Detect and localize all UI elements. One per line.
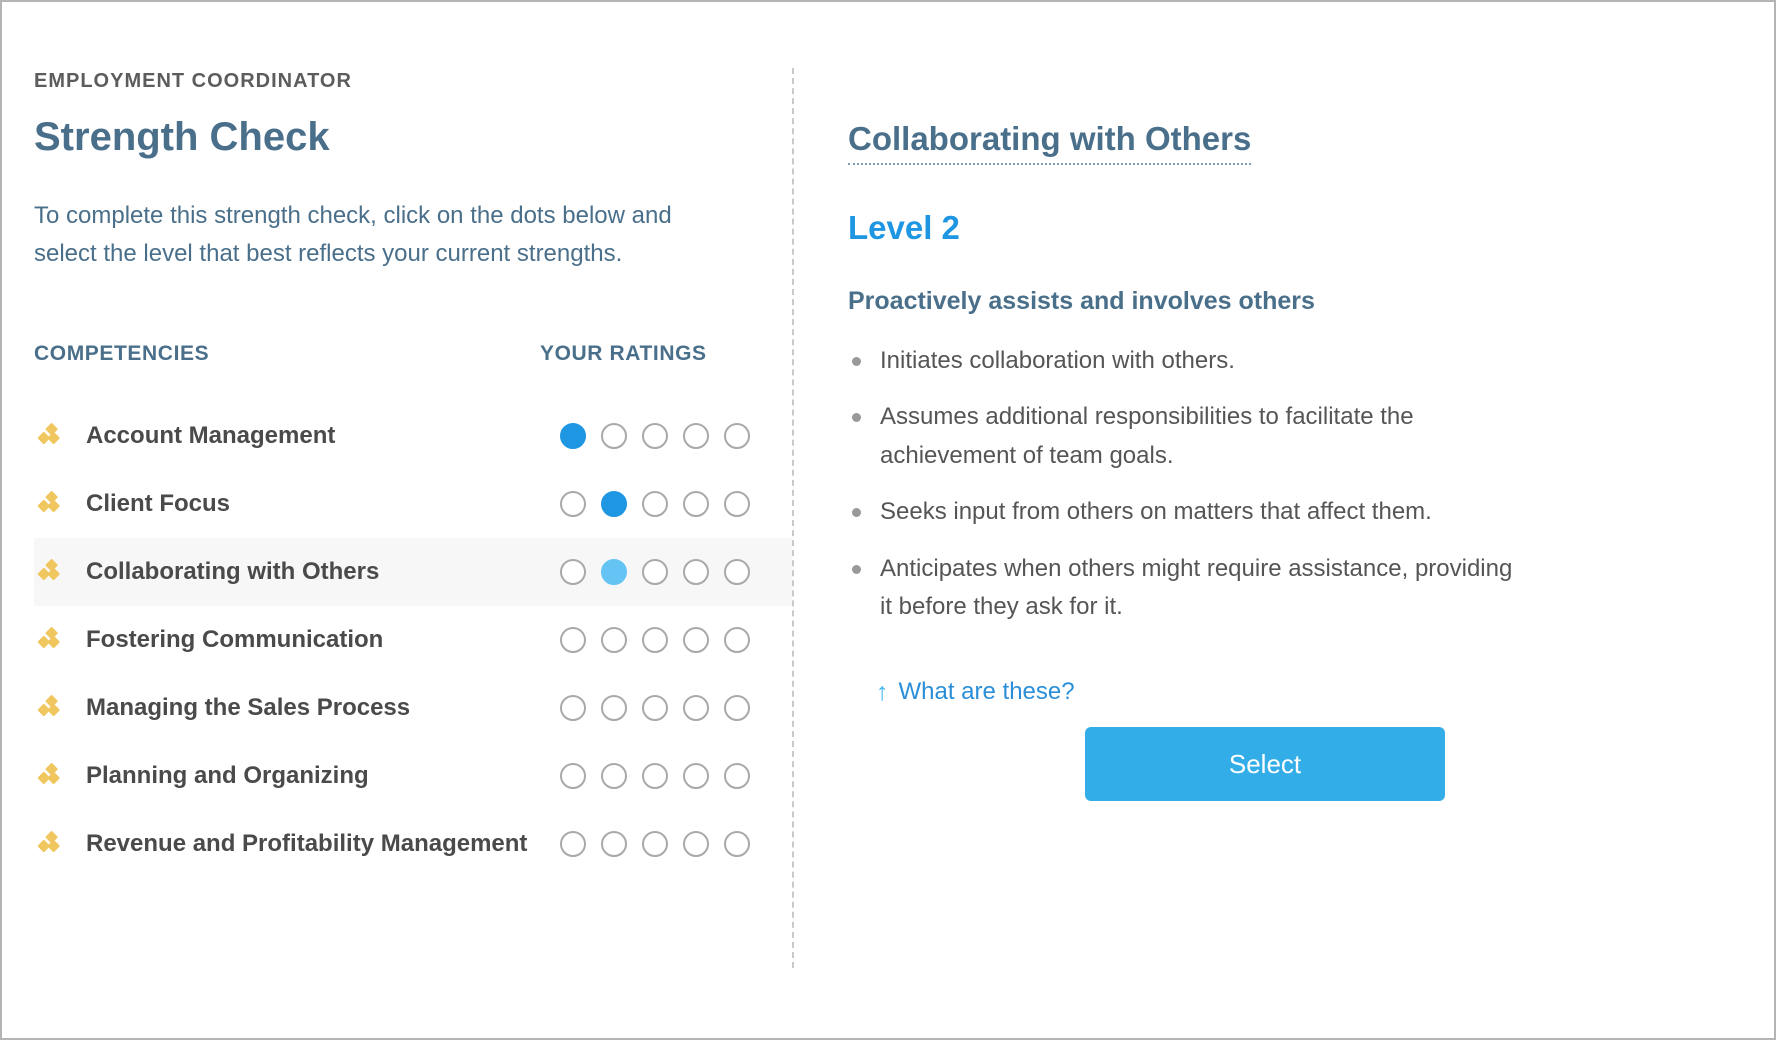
select-button-wrap: Select (792, 727, 1774, 801)
rating-dot-3[interactable] (642, 695, 668, 722)
rating-dot-5[interactable] (724, 627, 750, 654)
competency-row[interactable]: Client Focus (34, 470, 792, 538)
column-headers: COMPETENCIES YOUR RATINGS (34, 342, 792, 366)
rating-dot-1[interactable] (560, 559, 586, 586)
diamond-cluster-icon (34, 693, 68, 723)
competency-row[interactable]: Planning and Organizing (34, 742, 792, 810)
detail-bullet: Initiates collaboration with others. (848, 342, 1528, 380)
rating-dot-5[interactable] (724, 491, 750, 518)
diamond-cluster-icon (34, 761, 68, 791)
rating-dot-1[interactable] (560, 627, 586, 654)
rating-dot-2[interactable] (601, 423, 627, 450)
rating-dot-2[interactable] (601, 491, 627, 518)
rating-dot-1[interactable] (560, 695, 586, 722)
rating-dot-5[interactable] (724, 831, 750, 858)
rating-dot-4[interactable] (683, 831, 709, 858)
rating-dot-3[interactable] (642, 423, 668, 450)
detail-bullet: Seeks input from others on matters that … (848, 493, 1528, 531)
rating-dot-group (560, 559, 750, 586)
column-header-ratings: YOUR RATINGS (540, 342, 707, 366)
rating-dot-group (560, 627, 750, 654)
rating-dot-2[interactable] (601, 763, 627, 790)
what-are-these-link[interactable]: ↑ What are these? (848, 678, 1075, 706)
rating-dot-1[interactable] (560, 491, 586, 518)
role-eyebrow: EMPLOYMENT COORDINATOR (34, 70, 352, 92)
rating-dot-3[interactable] (642, 627, 668, 654)
rating-dot-2[interactable] (601, 831, 627, 858)
competency-label: Planning and Organizing (86, 762, 369, 790)
competency-label: Revenue and Profitability Management (86, 830, 528, 858)
detail-level: Level 2 (848, 209, 960, 246)
rating-dot-5[interactable] (724, 423, 750, 450)
diamond-cluster-icon (34, 625, 68, 655)
select-button[interactable]: Select (1085, 727, 1445, 801)
panes-container: EMPLOYMENT COORDINATOR Strength Check To… (2, 2, 1774, 1038)
detail-bullet-list: Initiates collaboration with others. Assu… (848, 342, 1528, 626)
rating-dot-2[interactable] (601, 559, 627, 586)
left-pane: EMPLOYMENT COORDINATOR Strength Check To… (2, 2, 792, 1038)
competency-row[interactable]: Account Management (34, 402, 792, 470)
rating-dot-4[interactable] (683, 763, 709, 790)
competency-row[interactable]: Managing the Sales Process (34, 674, 792, 742)
diamond-cluster-icon (34, 557, 68, 587)
rating-dot-4[interactable] (683, 491, 709, 518)
diamond-cluster-icon (34, 829, 68, 859)
detail-bullet: Anticipates when others might require as… (848, 550, 1528, 627)
up-arrow-icon: ↑ (876, 677, 889, 706)
page-title: Strength Check (34, 115, 330, 159)
rating-dot-4[interactable] (683, 423, 709, 450)
rating-dot-group (560, 491, 750, 518)
competency-row[interactable]: Revenue and Profitability Management (34, 810, 792, 878)
rating-dot-group (560, 695, 750, 722)
rating-dot-1[interactable] (560, 763, 586, 790)
rating-dot-4[interactable] (683, 559, 709, 586)
rating-dot-4[interactable] (683, 695, 709, 722)
rating-dot-5[interactable] (724, 559, 750, 586)
rating-dot-group (560, 831, 750, 858)
competency-row[interactable]: Collaborating with Others (34, 538, 792, 607)
rating-dot-group (560, 423, 750, 450)
rating-dot-4[interactable] (683, 627, 709, 654)
competency-list: Account Management Client Focus Collaborat… (34, 402, 792, 878)
rating-dot-group (560, 763, 750, 790)
rating-dot-2[interactable] (601, 695, 627, 722)
detail-bullet: Assumes additional responsibilities to f… (848, 398, 1528, 475)
intro-text: To complete this strength check, click o… (34, 202, 672, 267)
diamond-cluster-icon (34, 489, 68, 519)
competency-label: Managing the Sales Process (86, 694, 411, 722)
right-pane: Collaborating with Others Level 2 Proact… (792, 2, 1774, 1038)
rating-dot-3[interactable] (642, 831, 668, 858)
detail-competency-title[interactable]: Collaborating with Others (848, 120, 1252, 165)
competency-label: Client Focus (86, 490, 231, 518)
competency-label: Fostering Communication (86, 626, 384, 654)
competency-label: Collaborating with Others (86, 558, 380, 586)
competency-row[interactable]: Fostering Communication (34, 606, 792, 674)
rating-dot-5[interactable] (724, 695, 750, 722)
rating-dot-3[interactable] (642, 559, 668, 586)
rating-dot-5[interactable] (724, 763, 750, 790)
rating-dot-1[interactable] (560, 423, 586, 450)
competency-label: Account Management (86, 422, 336, 450)
rating-dot-3[interactable] (642, 763, 668, 790)
what-are-these-label: What are these? (898, 678, 1075, 706)
strength-check-page: EMPLOYMENT COORDINATOR Strength Check To… (0, 0, 1776, 1040)
column-header-competencies: COMPETENCIES (34, 342, 210, 366)
rating-dot-2[interactable] (601, 627, 627, 654)
detail-level-summary: Proactively assists and involves others (848, 287, 1315, 315)
diamond-cluster-icon (34, 421, 68, 451)
rating-dot-3[interactable] (642, 491, 668, 518)
rating-dot-1[interactable] (560, 831, 586, 858)
